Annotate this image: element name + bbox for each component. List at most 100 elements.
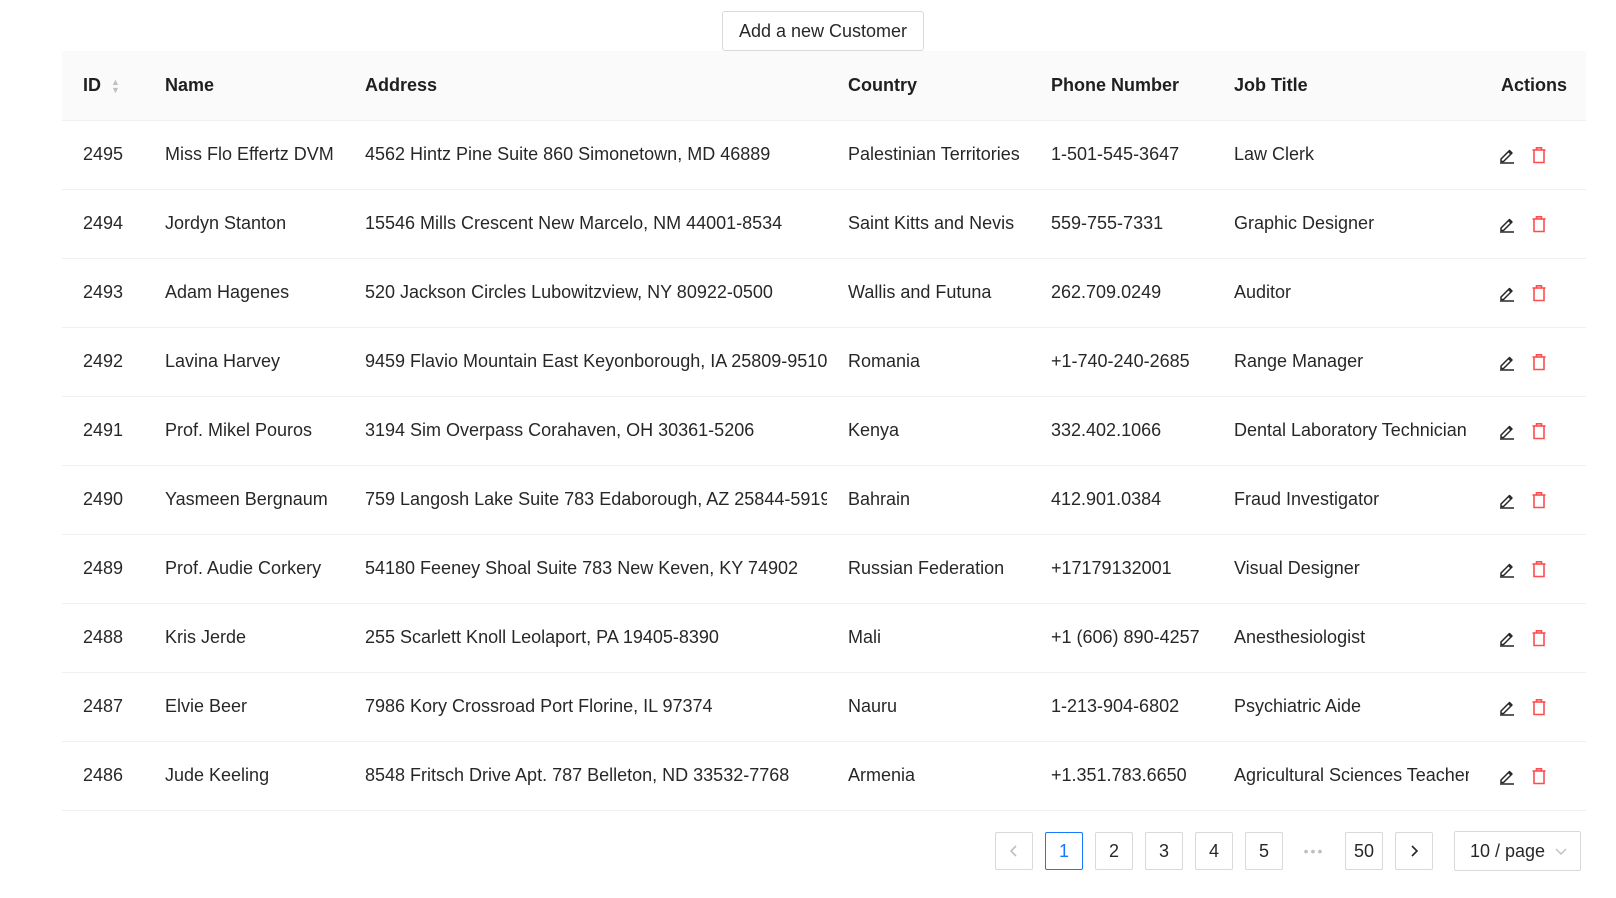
cell-id: 2488 xyxy=(62,603,144,673)
cell-address: 3194 Sim Overpass Corahaven, OH 30361-52… xyxy=(344,396,827,466)
delete-icon[interactable] xyxy=(1529,489,1549,511)
sort-icon[interactable]: ▲ ▼ xyxy=(111,78,120,95)
cell-phone: 262.709.0249 xyxy=(1030,258,1213,328)
column-header-id[interactable]: ID ▲ ▼ xyxy=(62,51,144,121)
cell-job-title: Fraud Investigator xyxy=(1213,465,1469,535)
edit-icon[interactable] xyxy=(1497,144,1517,166)
cell-address: 520 Jackson Circles Lubowitzview, NY 809… xyxy=(344,258,827,328)
add-customer-button[interactable]: Add a new Customer xyxy=(722,11,924,51)
table-row: 2492 Lavina Harvey 9459 Flavio Mountain Ea… xyxy=(62,327,1586,397)
table-row: 2495 Miss Flo Effertz DVM 4562 Hintz Pine … xyxy=(62,120,1586,190)
cell-address: 255 Scarlett Knoll Leolaport, PA 19405-8… xyxy=(344,603,827,673)
cell-name: Jordyn Stanton xyxy=(144,189,344,259)
cell-phone: 1-213-904-6802 xyxy=(1030,672,1213,742)
chevron-left-icon xyxy=(1009,845,1017,857)
cell-id: 2494 xyxy=(62,189,144,259)
cell-id: 2495 xyxy=(62,120,144,190)
cell-country: Wallis and Futuna xyxy=(827,258,1030,328)
cell-id: 2490 xyxy=(62,465,144,535)
edit-icon[interactable] xyxy=(1497,765,1517,787)
delete-icon[interactable] xyxy=(1529,765,1549,787)
edit-icon[interactable] xyxy=(1497,282,1517,304)
cell-actions xyxy=(1469,258,1586,328)
column-header-country: Country xyxy=(827,51,1030,121)
delete-icon[interactable] xyxy=(1529,627,1549,649)
column-header-label: ID xyxy=(83,74,101,95)
edit-icon[interactable] xyxy=(1497,213,1517,235)
table-row: 2494 Jordyn Stanton 15546 Mills Crescent N… xyxy=(62,189,1586,259)
cell-id: 2493 xyxy=(62,258,144,328)
page-1-button[interactable]: 1 xyxy=(1045,832,1083,870)
page-4-button[interactable]: 4 xyxy=(1195,832,1233,870)
table-row: 2490 Yasmeen Bergnaum 759 Langosh Lake Sui… xyxy=(62,465,1586,535)
edit-icon[interactable] xyxy=(1497,489,1517,511)
chevron-right-icon xyxy=(1411,845,1419,857)
table-row: 2488 Kris Jerde 255 Scarlett Knoll Leolapo… xyxy=(62,603,1586,673)
cell-actions xyxy=(1469,120,1586,190)
prev-page-button[interactable] xyxy=(995,832,1033,870)
cell-country: Mali xyxy=(827,603,1030,673)
cell-country: Kenya xyxy=(827,396,1030,466)
table-row: 2487 Elvie Beer 7986 Kory Crossroad Port F… xyxy=(62,672,1586,742)
edit-icon[interactable] xyxy=(1497,558,1517,580)
cell-job-title: Visual Designer xyxy=(1213,534,1469,604)
table-body: 2495 Miss Flo Effertz DVM 4562 Hintz Pine … xyxy=(62,120,1586,811)
edit-icon[interactable] xyxy=(1497,351,1517,373)
cell-name: Prof. Mikel Pouros xyxy=(144,396,344,466)
cell-job-title: Anesthesiologist xyxy=(1213,603,1469,673)
cell-phone: 559-755-7331 xyxy=(1030,189,1213,259)
page-3-button[interactable]: 3 xyxy=(1145,832,1183,870)
next-page-button[interactable] xyxy=(1395,832,1433,870)
cell-job-title: Psychiatric Aide xyxy=(1213,672,1469,742)
column-header-actions: Actions xyxy=(1469,51,1586,121)
cell-phone: +17179132001 xyxy=(1030,534,1213,604)
delete-icon[interactable] xyxy=(1529,696,1549,718)
cell-name: Miss Flo Effertz DVM xyxy=(144,120,344,190)
table-header-row: ID ▲ ▼ Name Address Country Phone Number J… xyxy=(62,51,1586,121)
cell-name: Prof. Audie Corkery xyxy=(144,534,344,604)
table-row: 2493 Adam Hagenes 520 Jackson Circles Lubo… xyxy=(62,258,1586,328)
cell-name: Adam Hagenes xyxy=(144,258,344,328)
cell-phone: 412.901.0384 xyxy=(1030,465,1213,535)
cell-country: Bahrain xyxy=(827,465,1030,535)
cell-job-title: Dental Laboratory Technician xyxy=(1213,396,1469,466)
cell-address: 9459 Flavio Mountain East Keyonborough, … xyxy=(344,327,827,397)
cell-name: Elvie Beer xyxy=(144,672,344,742)
cell-name: Yasmeen Bergnaum xyxy=(144,465,344,535)
cell-country: Palestinian Territories xyxy=(827,120,1030,190)
cell-address: 759 Langosh Lake Suite 783 Edaborough, A… xyxy=(344,465,827,535)
cell-phone: +1.351.783.6650 xyxy=(1030,741,1213,811)
cell-country: Russian Federation xyxy=(827,534,1030,604)
cell-address: 15546 Mills Crescent New Marcelo, NM 440… xyxy=(344,189,827,259)
cell-address: 8548 Fritsch Drive Apt. 787 Belleton, ND… xyxy=(344,741,827,811)
cell-id: 2492 xyxy=(62,327,144,397)
cell-country: Romania xyxy=(827,327,1030,397)
delete-icon[interactable] xyxy=(1529,213,1549,235)
column-header-name: Name xyxy=(144,51,344,121)
page-2-button[interactable]: 2 xyxy=(1095,832,1133,870)
cell-job-title: Agricultural Sciences Teacher xyxy=(1213,741,1469,811)
page-50-button[interactable]: 50 xyxy=(1345,832,1383,870)
cell-id: 2486 xyxy=(62,741,144,811)
cell-name: Kris Jerde xyxy=(144,603,344,673)
jump-next-ellipsis[interactable]: ••• xyxy=(1295,832,1333,870)
cell-job-title: Graphic Designer xyxy=(1213,189,1469,259)
delete-icon[interactable] xyxy=(1529,144,1549,166)
delete-icon[interactable] xyxy=(1529,558,1549,580)
chevron-down-icon xyxy=(1555,848,1567,855)
edit-icon[interactable] xyxy=(1497,420,1517,442)
cell-address: 4562 Hintz Pine Suite 860 Simonetown, MD… xyxy=(344,120,827,190)
column-header-job-title: Job Title xyxy=(1213,51,1469,121)
cell-phone: +1-740-240-2685 xyxy=(1030,327,1213,397)
delete-icon[interactable] xyxy=(1529,282,1549,304)
delete-icon[interactable] xyxy=(1529,351,1549,373)
customers-table: ID ▲ ▼ Name Address Country Phone Number J… xyxy=(62,51,1586,811)
edit-icon[interactable] xyxy=(1497,696,1517,718)
cell-job-title: Range Manager xyxy=(1213,327,1469,397)
page-5-button[interactable]: 5 xyxy=(1245,832,1283,870)
cell-address: 7986 Kory Crossroad Port Florine, IL 973… xyxy=(344,672,827,742)
page-size-select[interactable]: 10 / page xyxy=(1454,831,1581,871)
edit-icon[interactable] xyxy=(1497,627,1517,649)
table-row: 2491 Prof. Mikel Pouros 3194 Sim Overpass … xyxy=(62,396,1586,466)
delete-icon[interactable] xyxy=(1529,420,1549,442)
